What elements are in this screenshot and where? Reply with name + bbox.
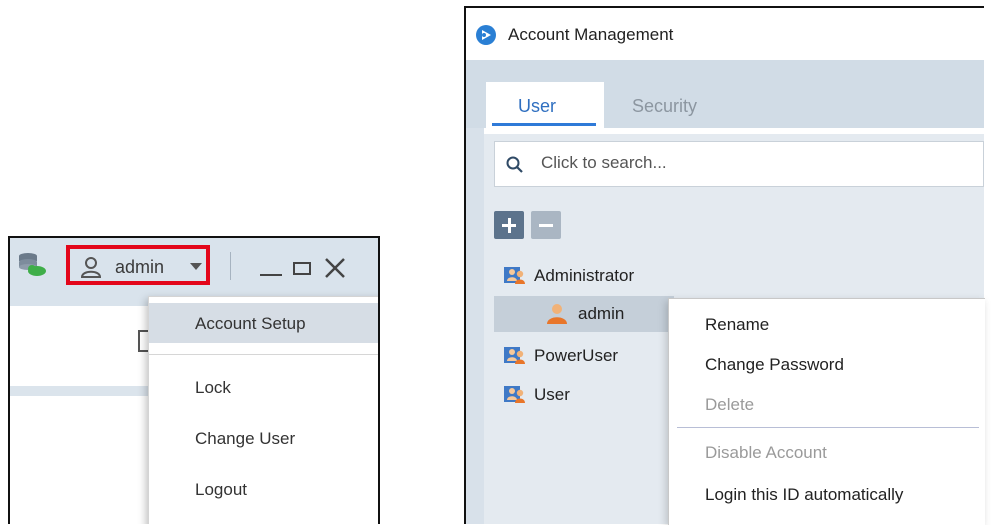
context-item-label: Login this ID automatically (705, 485, 904, 504)
menu-item-change-user[interactable]: Change User (149, 418, 378, 458)
context-item-label: Rename (705, 315, 770, 334)
user-menu-button[interactable]: admin (66, 245, 210, 285)
context-item-login-automatically[interactable]: Login this ID automatically (669, 477, 985, 511)
context-item-disable-account: Disable Account (669, 435, 985, 469)
tab-label: User (518, 96, 557, 116)
remove-user-button[interactable] (531, 211, 561, 239)
context-item-label: Delete (705, 395, 755, 414)
user-group-icon (504, 267, 525, 284)
tab-user[interactable]: User (486, 82, 604, 128)
menu-item-label: Change User (195, 429, 296, 448)
context-item-label: Change Password (705, 355, 844, 374)
context-item-change-password[interactable]: Change Password (669, 347, 985, 381)
menu-item-account-setup[interactable]: Account Setup (149, 303, 378, 343)
context-item-rename[interactable]: Rename (669, 307, 985, 341)
menu-item-lock[interactable]: Lock (149, 367, 378, 407)
add-user-button[interactable] (494, 211, 524, 239)
menu-divider (149, 354, 378, 355)
menu-item-label: Account Setup (195, 314, 306, 333)
tab-label: Security (632, 96, 698, 116)
menu-item-label: Logout (195, 480, 247, 499)
context-item-label: Disable Account (705, 443, 827, 462)
cloud-storage-icon[interactable] (17, 251, 49, 277)
chevron-down-icon (190, 263, 202, 270)
active-tab-indicator (492, 123, 596, 126)
search-box[interactable] (494, 141, 984, 187)
search-icon (506, 156, 523, 173)
user-group-icon (504, 347, 525, 364)
menu-divider (677, 427, 979, 428)
app-logo-icon (476, 25, 496, 45)
menu-item-label: Lock (195, 378, 231, 397)
window-edge (466, 128, 484, 524)
menu-item-logout[interactable]: Logout (149, 469, 378, 509)
user-group-icon (504, 386, 525, 403)
user-icon (547, 304, 567, 324)
account-dropdown-menu: Account Setup Lock Change User Logout (148, 296, 378, 524)
tree-node-label: User (534, 385, 570, 404)
tab-security[interactable]: Security (606, 82, 726, 128)
search-input[interactable] (541, 153, 941, 173)
toolbar-divider (230, 252, 231, 280)
user-context-menu: Rename Change Password Delete Disable Ac… (668, 298, 985, 525)
user-icon (80, 257, 102, 278)
toolbar-icon[interactable] (138, 330, 148, 352)
current-user-name: admin (115, 257, 165, 277)
maximize-button[interactable] (293, 262, 311, 275)
context-item-delete: Delete (669, 387, 985, 421)
tree-node-label: Administrator (534, 266, 635, 285)
minimize-button[interactable] (260, 274, 282, 276)
tree-node-label: admin (578, 304, 625, 323)
main-window: admin Account Setup Lock Change User Log… (8, 236, 380, 524)
close-icon[interactable] (323, 256, 347, 280)
window-title: Account Management (508, 25, 674, 44)
title-bar: Account Management (466, 8, 984, 60)
tree-node-label: PowerUser (534, 346, 619, 365)
tree-node-admin[interactable]: admin (494, 296, 674, 332)
